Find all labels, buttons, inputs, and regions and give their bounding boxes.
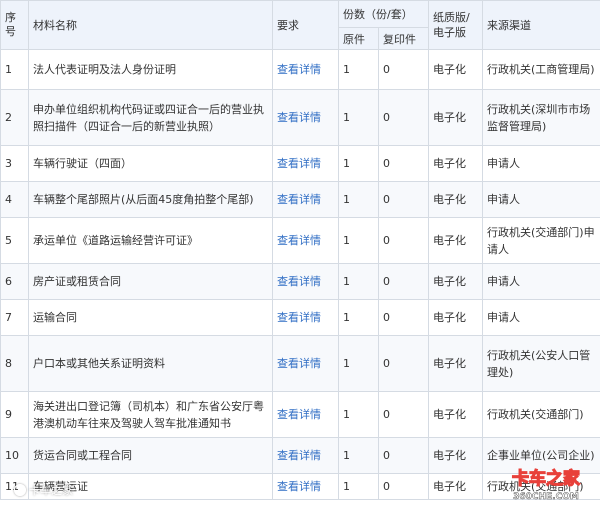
row-seq: 7 — [1, 300, 29, 336]
row-original-count: 1 — [339, 300, 379, 336]
row-format: 电子化 — [429, 50, 483, 90]
row-material-name: 车辆行驶证（四面） — [29, 146, 273, 182]
row-seq: 8 — [1, 336, 29, 392]
header-seq: 序号 — [1, 1, 29, 50]
row-copy-count: 0 — [379, 438, 429, 474]
view-details-link[interactable]: 查看详情 — [273, 146, 339, 182]
row-source: 行政机关(交通部门) — [483, 392, 600, 438]
table-row: 3车辆行驶证（四面）查看详情10电子化申请人 — [1, 146, 600, 182]
view-details-link[interactable]: 查看详情 — [273, 300, 339, 336]
row-source: 申请人 — [483, 182, 600, 218]
row-material-name: 承运单位《道路运输经营许可证》 — [29, 218, 273, 264]
watermark-logo-icon — [14, 484, 26, 496]
row-material-name: 运输合同 — [29, 300, 273, 336]
header-copy: 复印件 — [379, 28, 429, 50]
row-source: 申请人 — [483, 300, 600, 336]
row-original-count: 1 — [339, 392, 379, 438]
view-details-link[interactable]: 查看详情 — [273, 392, 339, 438]
row-format: 电子化 — [429, 336, 483, 392]
row-copy-count: 0 — [379, 474, 429, 500]
row-copy-count: 0 — [379, 392, 429, 438]
row-copy-count: 0 — [379, 182, 429, 218]
table-row: 1法人代表证明及法人身份证明查看详情10电子化行政机关(工商管理局) — [1, 50, 600, 90]
watermark-left-text: 卡车之家 — [29, 482, 73, 498]
row-copy-count: 0 — [379, 146, 429, 182]
row-seq: 3 — [1, 146, 29, 182]
row-source: 申请人 — [483, 146, 600, 182]
row-copy-count: 0 — [379, 218, 429, 264]
row-original-count: 1 — [339, 50, 379, 90]
row-format: 电子化 — [429, 392, 483, 438]
row-copy-count: 0 — [379, 300, 429, 336]
view-details-link[interactable]: 查看详情 — [273, 218, 339, 264]
materials-table: 序号 材料名称 要求 份数（份/套） 纸质版/电子版 来源渠道 原件 复印件 1… — [0, 0, 600, 500]
row-format: 电子化 — [429, 300, 483, 336]
header-row: 序号 材料名称 要求 份数（份/套） 纸质版/电子版 来源渠道 — [1, 1, 600, 28]
row-format: 电子化 — [429, 146, 483, 182]
row-original-count: 1 — [339, 336, 379, 392]
row-copy-count: 0 — [379, 264, 429, 300]
view-details-link[interactable]: 查看详情 — [273, 474, 339, 500]
row-material-name: 房产证或租赁合同 — [29, 264, 273, 300]
row-seq: 9 — [1, 392, 29, 438]
header-req: 要求 — [273, 1, 339, 50]
view-details-link[interactable]: 查看详情 — [273, 182, 339, 218]
row-original-count: 1 — [339, 90, 379, 146]
table-row: 9海关进出口登记簿（司机本）和广东省公安厅粤港澳机动车往来及驾驶人驾车批准通知书… — [1, 392, 600, 438]
row-material-name: 申办单位组织机构代码证或四证合一后的营业执照扫描件（四证合一后的新营业执照） — [29, 90, 273, 146]
table-row: 5承运单位《道路运输经营许可证》查看详情10电子化行政机关(交通部门)申请人 — [1, 218, 600, 264]
watermark-right-top: 卡车之家 — [512, 468, 580, 489]
row-material-name: 海关进出口登记簿（司机本）和广东省公安厅粤港澳机动车往来及驾驶人驾车批准通知书 — [29, 392, 273, 438]
row-format: 电子化 — [429, 90, 483, 146]
row-format: 电子化 — [429, 264, 483, 300]
row-copy-count: 0 — [379, 90, 429, 146]
watermark-brand-icon: 卡车之家 360CHE.COM — [498, 466, 594, 502]
view-details-link[interactable]: 查看详情 — [273, 264, 339, 300]
row-format: 电子化 — [429, 438, 483, 474]
row-format: 电子化 — [429, 182, 483, 218]
table-row: 4车辆整个尾部照片(从后面45度角拍整个尾部)查看详情10电子化申请人 — [1, 182, 600, 218]
row-seq: 5 — [1, 218, 29, 264]
row-source: 行政机关(深圳市市场监督管理局) — [483, 90, 600, 146]
row-original-count: 1 — [339, 218, 379, 264]
header-source: 来源渠道 — [483, 1, 600, 50]
row-original-count: 1 — [339, 438, 379, 474]
header-format: 纸质版/电子版 — [429, 1, 483, 50]
watermark-right: 卡车之家 360CHE.COM — [498, 466, 594, 502]
view-details-link[interactable]: 查看详情 — [273, 90, 339, 146]
row-source: 行政机关(公安人口管理处) — [483, 336, 600, 392]
row-format: 电子化 — [429, 474, 483, 500]
row-seq: 6 — [1, 264, 29, 300]
table-row: 7运输合同查看详情10电子化申请人 — [1, 300, 600, 336]
table-row: 6房产证或租赁合同查看详情10电子化申请人 — [1, 264, 600, 300]
view-details-link[interactable]: 查看详情 — [273, 336, 339, 392]
row-copy-count: 0 — [379, 336, 429, 392]
row-original-count: 1 — [339, 474, 379, 500]
row-material-name: 户口本或其他关系证明资料 — [29, 336, 273, 392]
header-copies: 份数（份/套） — [339, 1, 429, 28]
row-original-count: 1 — [339, 146, 379, 182]
row-source: 行政机关(交通部门)申请人 — [483, 218, 600, 264]
row-source: 申请人 — [483, 264, 600, 300]
view-details-link[interactable]: 查看详情 — [273, 438, 339, 474]
row-format: 电子化 — [429, 218, 483, 264]
row-seq: 4 — [1, 182, 29, 218]
row-material-name: 货运合同或工程合同 — [29, 438, 273, 474]
row-original-count: 1 — [339, 264, 379, 300]
row-seq: 10 — [1, 438, 29, 474]
row-copy-count: 0 — [379, 50, 429, 90]
row-material-name: 法人代表证明及法人身份证明 — [29, 50, 273, 90]
row-seq: 2 — [1, 90, 29, 146]
watermark-left: 卡车之家 — [14, 482, 73, 498]
header-name: 材料名称 — [29, 1, 273, 50]
table-row: 2申办单位组织机构代码证或四证合一后的营业执照扫描件（四证合一后的新营业执照）查… — [1, 90, 600, 146]
row-original-count: 1 — [339, 182, 379, 218]
table-row: 8户口本或其他关系证明资料查看详情10电子化行政机关(公安人口管理处) — [1, 336, 600, 392]
row-material-name: 车辆整个尾部照片(从后面45度角拍整个尾部) — [29, 182, 273, 218]
row-source: 行政机关(工商管理局) — [483, 50, 600, 90]
row-seq: 1 — [1, 50, 29, 90]
header-original: 原件 — [339, 28, 379, 50]
watermark-right-bottom: 360CHE.COM — [513, 492, 579, 502]
view-details-link[interactable]: 查看详情 — [273, 50, 339, 90]
